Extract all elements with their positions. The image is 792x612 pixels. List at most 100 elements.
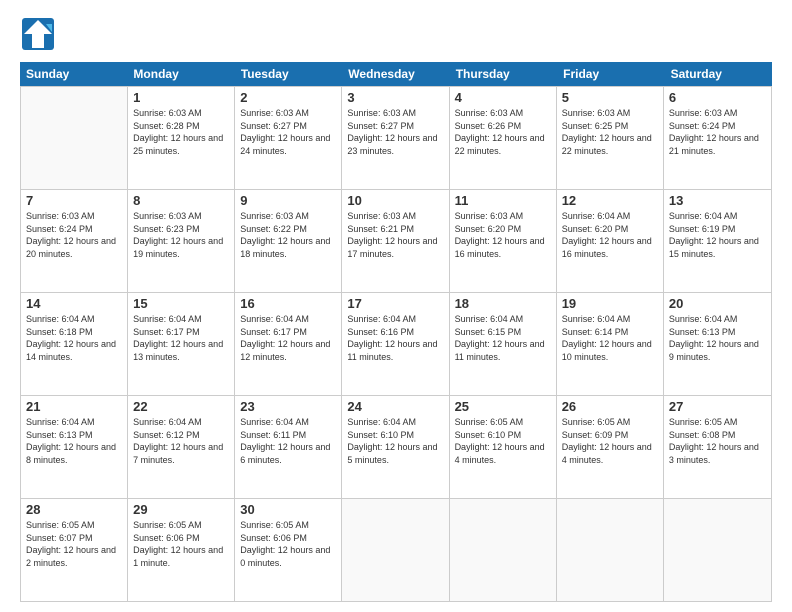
- calendar-cell: 21 Sunrise: 6:04 AMSunset: 6:13 PMDayligh…: [21, 396, 128, 498]
- calendar-cell: 7 Sunrise: 6:03 AMSunset: 6:24 PMDaylight…: [21, 190, 128, 292]
- cell-sun-info: Sunrise: 6:03 AMSunset: 6:21 PMDaylight:…: [347, 210, 443, 260]
- calendar-cell: 3Sunrise: 6:03 AMSunset: 6:27 PMDaylight…: [342, 87, 449, 189]
- cell-sun-info: Sunrise: 6:05 AMSunset: 6:06 PMDaylight:…: [240, 519, 336, 569]
- calendar-row-1: 7 Sunrise: 6:03 AMSunset: 6:24 PMDaylight…: [21, 189, 771, 292]
- cell-day-number: 24: [347, 399, 443, 414]
- cell-sun-info: Sunrise: 6:04 AMSunset: 6:13 PMDaylight:…: [669, 313, 766, 363]
- cell-day-number: 30: [240, 502, 336, 517]
- calendar-cell: [557, 499, 664, 601]
- calendar-cell: 13 Sunrise: 6:04 AMSunset: 6:19 PMDayligh…: [664, 190, 771, 292]
- header-day-saturday: Saturday: [665, 62, 772, 86]
- calendar-cell: 1 Sunrise: 6:03 AMSunset: 6:28 PMDaylight…: [128, 87, 235, 189]
- calendar-body: 1 Sunrise: 6:03 AMSunset: 6:28 PMDaylight…: [20, 86, 772, 602]
- cell-day-number: 27: [669, 399, 766, 414]
- cell-day-number: 8: [133, 193, 229, 208]
- calendar-cell: 8 Sunrise: 6:03 AMSunset: 6:23 PMDaylight…: [128, 190, 235, 292]
- cell-day-number: 23: [240, 399, 336, 414]
- cell-day-number: 19: [562, 296, 658, 311]
- cell-day-number: 12: [562, 193, 658, 208]
- cell-day-number: 22: [133, 399, 229, 414]
- cell-day-number: 16: [240, 296, 336, 311]
- cell-sun-info: Sunrise: 6:03 AMSunset: 6:26 PMDaylight:…: [455, 107, 551, 157]
- cell-day-number: 28: [26, 502, 122, 517]
- cell-day-number: 25: [455, 399, 551, 414]
- cell-sun-info: Sunrise: 6:03 AMSunset: 6:28 PMDaylight:…: [133, 107, 229, 157]
- calendar-cell: [342, 499, 449, 601]
- cell-day-number: 6: [669, 90, 766, 105]
- header: [20, 16, 772, 52]
- calendar-cell: [664, 499, 771, 601]
- cell-sun-info: Sunrise: 6:04 AMSunset: 6:18 PMDaylight:…: [26, 313, 122, 363]
- cell-day-number: 7: [26, 193, 122, 208]
- cell-sun-info: Sunrise: 6:03 AMSunset: 6:23 PMDaylight:…: [133, 210, 229, 260]
- cell-day-number: 9: [240, 193, 336, 208]
- cell-sun-info: Sunrise: 6:05 AMSunset: 6:08 PMDaylight:…: [669, 416, 766, 466]
- cell-day-number: 18: [455, 296, 551, 311]
- cell-sun-info: Sunrise: 6:05 AMSunset: 6:10 PMDaylight:…: [455, 416, 551, 466]
- calendar-cell: 17 Sunrise: 6:04 AMSunset: 6:16 PMDayligh…: [342, 293, 449, 395]
- page: SundayMondayTuesdayWednesdayThursdayFrid…: [0, 0, 792, 612]
- calendar-cell: 2 Sunrise: 6:03 AMSunset: 6:27 PMDaylight…: [235, 87, 342, 189]
- calendar: SundayMondayTuesdayWednesdayThursdayFrid…: [20, 62, 772, 602]
- cell-day-number: 20: [669, 296, 766, 311]
- calendar-cell: 23 Sunrise: 6:04 AMSunset: 6:11 PMDayligh…: [235, 396, 342, 498]
- calendar-cell: 9 Sunrise: 6:03 AMSunset: 6:22 PMDaylight…: [235, 190, 342, 292]
- cell-sun-info: Sunrise: 6:05 AMSunset: 6:09 PMDaylight:…: [562, 416, 658, 466]
- cell-sun-info: Sunrise: 6:04 AMSunset: 6:17 PMDaylight:…: [133, 313, 229, 363]
- cell-day-number: 14: [26, 296, 122, 311]
- calendar-cell: 29Sunrise: 6:05 AMSunset: 6:06 PMDayligh…: [128, 499, 235, 601]
- cell-day-number: 21: [26, 399, 122, 414]
- cell-sun-info: Sunrise: 6:04 AMSunset: 6:16 PMDaylight:…: [347, 313, 443, 363]
- header-day-tuesday: Tuesday: [235, 62, 342, 86]
- cell-sun-info: Sunrise: 6:04 AMSunset: 6:14 PMDaylight:…: [562, 313, 658, 363]
- calendar-cell: [21, 87, 128, 189]
- calendar-cell: 10 Sunrise: 6:03 AMSunset: 6:21 PMDayligh…: [342, 190, 449, 292]
- cell-sun-info: Sunrise: 6:03 AMSunset: 6:27 PMDaylight:…: [240, 107, 336, 157]
- cell-sun-info: Sunrise: 6:03 AMSunset: 6:24 PMDaylight:…: [669, 107, 766, 157]
- cell-day-number: 1: [133, 90, 229, 105]
- cell-sun-info: Sunrise: 6:04 AMSunset: 6:17 PMDaylight:…: [240, 313, 336, 363]
- cell-sun-info: Sunrise: 6:03 AMSunset: 6:27 PMDaylight:…: [347, 107, 443, 157]
- cell-sun-info: Sunrise: 6:03 AMSunset: 6:25 PMDaylight:…: [562, 107, 658, 157]
- cell-sun-info: Sunrise: 6:03 AMSunset: 6:24 PMDaylight:…: [26, 210, 122, 260]
- calendar-cell: 4Sunrise: 6:03 AMSunset: 6:26 PMDaylight…: [450, 87, 557, 189]
- cell-sun-info: Sunrise: 6:04 AMSunset: 6:11 PMDaylight:…: [240, 416, 336, 466]
- calendar-cell: 6 Sunrise: 6:03 AMSunset: 6:24 PMDaylight…: [664, 87, 771, 189]
- calendar-header: SundayMondayTuesdayWednesdayThursdayFrid…: [20, 62, 772, 86]
- calendar-cell: 18Sunrise: 6:04 AMSunset: 6:15 PMDayligh…: [450, 293, 557, 395]
- cell-day-number: 17: [347, 296, 443, 311]
- calendar-cell: 30 Sunrise: 6:05 AMSunset: 6:06 PMDayligh…: [235, 499, 342, 601]
- cell-sun-info: Sunrise: 6:03 AMSunset: 6:20 PMDaylight:…: [455, 210, 551, 260]
- calendar-row-0: 1 Sunrise: 6:03 AMSunset: 6:28 PMDaylight…: [21, 86, 771, 189]
- calendar-cell: 26 Sunrise: 6:05 AMSunset: 6:09 PMDayligh…: [557, 396, 664, 498]
- calendar-cell: 24Sunrise: 6:04 AMSunset: 6:10 PMDayligh…: [342, 396, 449, 498]
- cell-day-number: 15: [133, 296, 229, 311]
- cell-day-number: 11: [455, 193, 551, 208]
- calendar-cell: [450, 499, 557, 601]
- calendar-row-2: 14 Sunrise: 6:04 AMSunset: 6:18 PMDayligh…: [21, 292, 771, 395]
- header-day-wednesday: Wednesday: [342, 62, 449, 86]
- logo: [20, 16, 56, 52]
- calendar-row-3: 21 Sunrise: 6:04 AMSunset: 6:13 PMDayligh…: [21, 395, 771, 498]
- cell-day-number: 13: [669, 193, 766, 208]
- calendar-cell: 11 Sunrise: 6:03 AMSunset: 6:20 PMDayligh…: [450, 190, 557, 292]
- calendar-cell: 12 Sunrise: 6:04 AMSunset: 6:20 PMDayligh…: [557, 190, 664, 292]
- calendar-cell: 22Sunrise: 6:04 AMSunset: 6:12 PMDayligh…: [128, 396, 235, 498]
- cell-day-number: 5: [562, 90, 658, 105]
- cell-sun-info: Sunrise: 6:04 AMSunset: 6:19 PMDaylight:…: [669, 210, 766, 260]
- cell-day-number: 2: [240, 90, 336, 105]
- cell-sun-info: Sunrise: 6:05 AMSunset: 6:07 PMDaylight:…: [26, 519, 122, 569]
- calendar-cell: 14 Sunrise: 6:04 AMSunset: 6:18 PMDayligh…: [21, 293, 128, 395]
- calendar-cell: 16 Sunrise: 6:04 AMSunset: 6:17 PMDayligh…: [235, 293, 342, 395]
- header-day-friday: Friday: [557, 62, 664, 86]
- cell-sun-info: Sunrise: 6:03 AMSunset: 6:22 PMDaylight:…: [240, 210, 336, 260]
- header-day-thursday: Thursday: [450, 62, 557, 86]
- cell-day-number: 10: [347, 193, 443, 208]
- cell-sun-info: Sunrise: 6:04 AMSunset: 6:20 PMDaylight:…: [562, 210, 658, 260]
- calendar-cell: 5 Sunrise: 6:03 AMSunset: 6:25 PMDaylight…: [557, 87, 664, 189]
- cell-day-number: 29: [133, 502, 229, 517]
- header-day-sunday: Sunday: [20, 62, 127, 86]
- cell-sun-info: Sunrise: 6:04 AMSunset: 6:13 PMDaylight:…: [26, 416, 122, 466]
- calendar-cell: 15 Sunrise: 6:04 AMSunset: 6:17 PMDayligh…: [128, 293, 235, 395]
- cell-day-number: 26: [562, 399, 658, 414]
